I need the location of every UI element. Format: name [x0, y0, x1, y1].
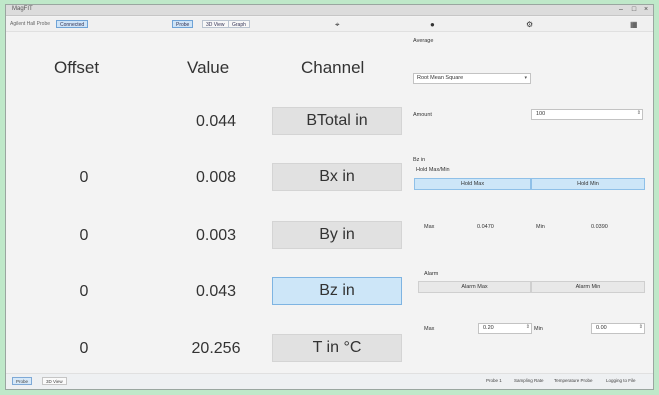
average-mode-select[interactable]: Root Mean Square ▾ — [413, 73, 531, 84]
alarm-min-value: 0.00 — [596, 325, 607, 331]
status-bar: Probe 3D View Probe 1 Sampling Rate Temp… — [6, 373, 653, 389]
value-cell: 0.008 — [195, 169, 237, 186]
alarm-max-button[interactable]: Alarm Max — [418, 281, 531, 293]
settings-icon[interactable]: ⚙ — [526, 20, 533, 29]
amount-input[interactable]: 100 ⇕ — [531, 109, 643, 120]
alarm-label: Alarm — [424, 271, 439, 277]
value-header: Value — [187, 58, 230, 77]
value-cell: 20.256 — [191, 340, 241, 357]
hold-min-button[interactable]: Hold Min — [531, 178, 645, 190]
maximize-icon[interactable]: □ — [628, 5, 640, 15]
close-icon[interactable]: × — [640, 5, 652, 15]
alarm-max-input[interactable]: 0.20 ⇕ — [478, 323, 532, 334]
channel-button-by[interactable]: By in — [272, 221, 402, 249]
channel-button-temperature[interactable]: T in °C — [272, 334, 402, 362]
offset-cell[interactable]: 0 — [34, 169, 134, 187]
spinner-arrows-icon[interactable]: ⇕ — [637, 109, 641, 118]
status-probe: Probe 1 — [486, 378, 502, 383]
alarm-max-label: Max — [424, 326, 435, 332]
status-temperature-probe: Temperature Probe — [554, 378, 593, 383]
amount-value: 100 — [536, 111, 546, 117]
value-cell: 0.003 — [195, 227, 237, 244]
average-mode-value: Root Mean Square — [417, 75, 464, 81]
max-value: 0.0470 — [477, 224, 494, 230]
channel-button-btotal[interactable]: BTotal in — [272, 107, 402, 135]
channel-header: Channel — [301, 58, 365, 77]
channel-label: Bz in — [413, 157, 426, 163]
window-title: MagFIT — [12, 6, 33, 12]
channel-button-bx[interactable]: Bx in — [272, 163, 402, 191]
toolbar: Agilent Hall Probe Connected Probe 3D Vi… — [6, 17, 653, 32]
offset-cell[interactable]: 0 — [34, 227, 134, 245]
minimize-icon[interactable]: – — [615, 5, 627, 15]
hold-max-min-label: Hold Max/Min — [416, 167, 450, 173]
amount-label: Amount — [413, 112, 432, 118]
record-icon[interactable]: ● — [430, 20, 435, 29]
alarm-min-label: Min — [534, 326, 543, 332]
alarm-min-input[interactable]: 0.00 ⇕ — [591, 323, 645, 334]
connection-badge[interactable]: Connected — [56, 20, 89, 28]
spinner-arrows-icon[interactable]: ⇕ — [526, 323, 530, 332]
tab-probe[interactable]: Probe — [172, 20, 194, 28]
channel-button-bz[interactable]: Bz in — [272, 277, 402, 305]
alarm-min-button[interactable]: Alarm Min — [531, 281, 645, 293]
value-cell: 0.043 — [195, 283, 237, 300]
min-label: Min — [536, 224, 545, 230]
max-label: Max — [424, 224, 435, 230]
pin-icon[interactable]: ⌖ — [335, 20, 340, 30]
status-sampling-rate: Sampling Rate — [514, 378, 544, 383]
title-bar: MagFIT – □ × — [6, 5, 653, 16]
average-label: Average — [413, 38, 434, 44]
offset-cell[interactable]: 0 — [34, 283, 134, 301]
tab-graph[interactable]: Graph — [228, 20, 250, 28]
tab-3d-view[interactable]: 3D View — [202, 20, 229, 28]
chevron-down-icon: ▾ — [524, 75, 527, 81]
app-window: MagFIT – □ × Agilent Hall Probe Connecte… — [5, 4, 654, 390]
offset-header: Offset — [54, 58, 100, 77]
grid-icon[interactable]: ▦ — [630, 20, 638, 29]
alarm-max-value: 0.20 — [483, 325, 494, 331]
offset-cell[interactable]: 0 — [34, 340, 134, 358]
device-label: Agilent Hall Probe — [10, 21, 51, 27]
min-value: 0.0390 — [591, 224, 608, 230]
bottom-tab-probe[interactable]: Probe — [12, 377, 33, 385]
bottom-tab-3d-view[interactable]: 3D View — [42, 377, 67, 385]
status-logging: Logging to File — [606, 378, 636, 383]
value-cell: 0.044 — [195, 113, 237, 130]
hold-max-button[interactable]: Hold Max — [414, 178, 531, 190]
spinner-arrows-icon[interactable]: ⇕ — [639, 323, 643, 332]
